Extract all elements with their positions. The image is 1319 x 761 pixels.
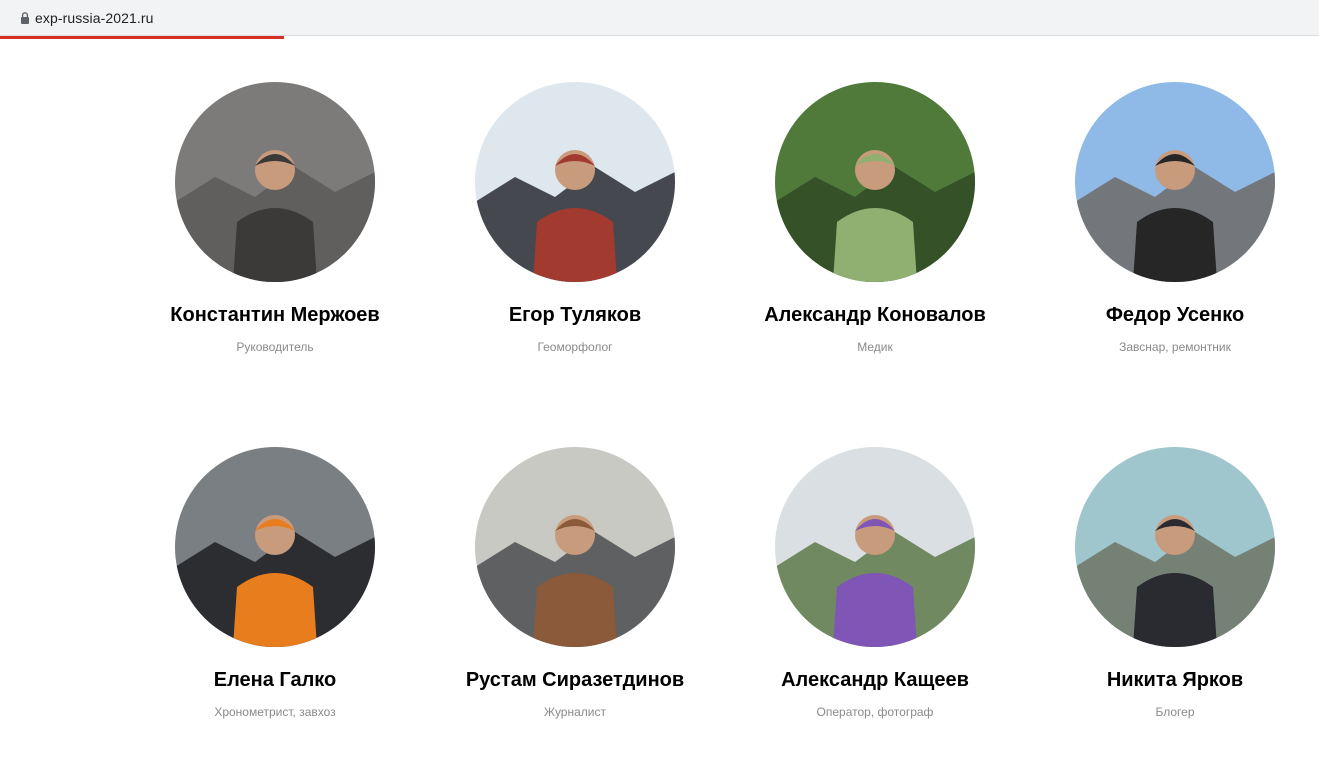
member-photo bbox=[1075, 82, 1275, 282]
member-photo bbox=[175, 447, 375, 647]
url-text: exp-russia-2021.ru bbox=[35, 10, 154, 26]
photo-illustration bbox=[1075, 447, 1275, 647]
member-photo bbox=[775, 447, 975, 647]
member-photo bbox=[775, 82, 975, 282]
member-name: Александр Коновалов bbox=[764, 304, 986, 326]
photo-illustration bbox=[175, 82, 375, 282]
page-load-progress bbox=[0, 36, 1319, 39]
photo-illustration bbox=[775, 82, 975, 282]
member-photo bbox=[475, 447, 675, 647]
browser-address-bar: exp-russia-2021.ru bbox=[0, 0, 1319, 36]
member-role: Руководитель bbox=[236, 340, 314, 354]
member-role: Журналист bbox=[544, 705, 606, 719]
member-role: Завснар, ремонтник bbox=[1119, 340, 1231, 354]
lock-icon[interactable] bbox=[18, 11, 32, 25]
member-role: Хронометрист, завхоз bbox=[214, 705, 336, 719]
member-name: Никита Ярков bbox=[1106, 669, 1244, 691]
member-photo bbox=[1075, 447, 1275, 647]
member-photo bbox=[475, 82, 675, 282]
member-name: Александр Кащеев bbox=[781, 669, 969, 691]
photo-illustration bbox=[475, 447, 675, 647]
url-field[interactable]: exp-russia-2021.ru bbox=[6, 4, 1312, 32]
photo-illustration bbox=[475, 82, 675, 282]
page-load-progress-fill bbox=[0, 36, 284, 39]
member-role: Оператор, фотограф bbox=[816, 705, 934, 719]
photo-illustration bbox=[175, 447, 375, 647]
photo-illustration bbox=[1075, 82, 1275, 282]
photo-illustration bbox=[775, 447, 975, 647]
member-name: Федор Усенко bbox=[1105, 304, 1245, 326]
member-name: Рустам Сиразетдинов bbox=[465, 669, 685, 691]
member-role: Блогер bbox=[1155, 705, 1195, 719]
member-role: Геоморфолог bbox=[537, 340, 613, 354]
member-name: Елена Галко bbox=[213, 669, 337, 691]
member-name: Егор Туляков bbox=[508, 304, 642, 326]
member-role: Медик bbox=[857, 340, 893, 354]
member-photo bbox=[175, 82, 375, 282]
member-name: Константин Мержоев bbox=[170, 304, 380, 326]
